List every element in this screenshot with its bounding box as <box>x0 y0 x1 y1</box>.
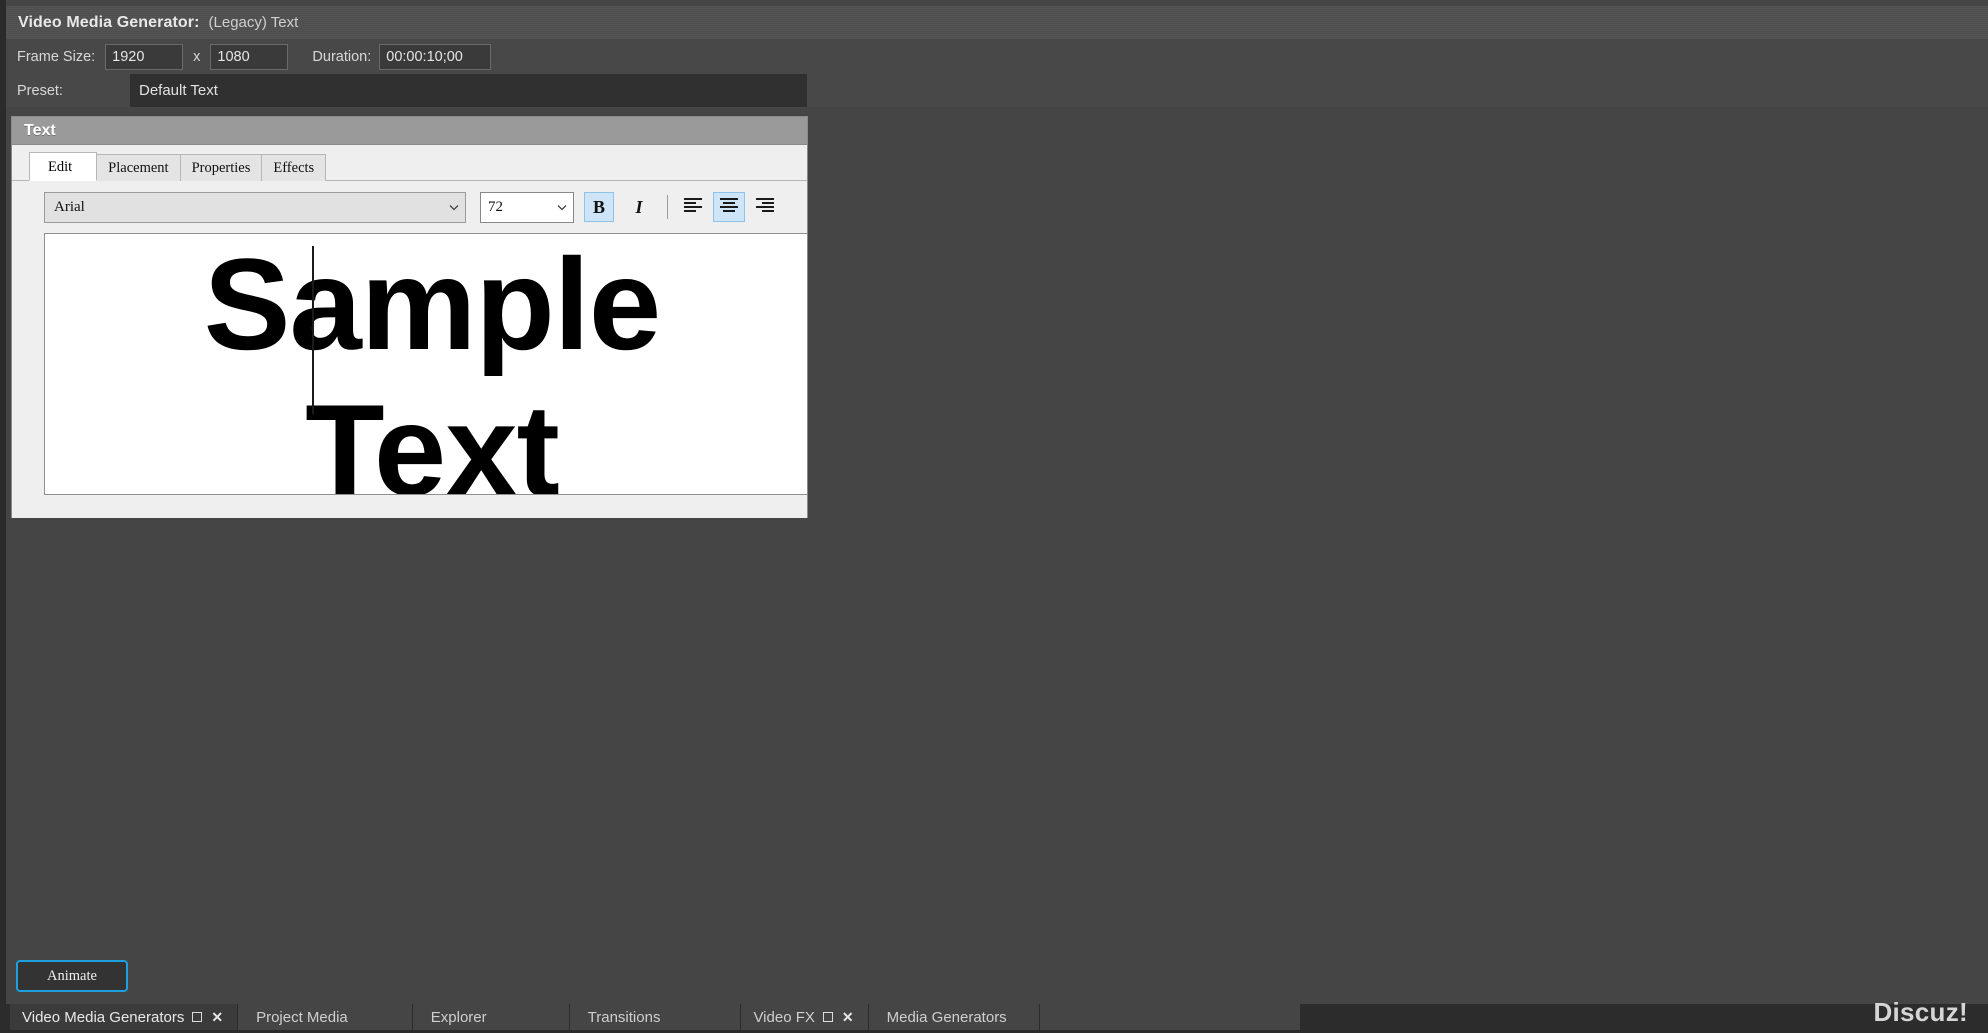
taskbar-tab-label: Media Generators <box>886 1008 1007 1026</box>
taskbar-tab-explorer[interactable]: Explorer <box>412 1004 570 1030</box>
frame-height-input[interactable]: 1080 <box>210 43 289 70</box>
generator-title-bar: Video Media Generator: (Legacy) Text <box>6 6 1988 39</box>
tab-properties-label: Properties <box>191 160 251 176</box>
chevron-down-icon <box>555 200 569 214</box>
frame-width-input[interactable]: 1920 <box>105 43 184 70</box>
generator-title-value: (Legacy) Text <box>208 14 299 31</box>
preset-row: Preset: Default Text <box>6 74 1988 107</box>
panel-caption-label: Text <box>24 121 56 139</box>
taskbar-tab-label: Explorer <box>430 1008 487 1026</box>
tab-edit[interactable]: Edit <box>29 152 98 181</box>
restore-window-icon[interactable] <box>822 1012 833 1022</box>
taskbar-tab-video-media-generators[interactable]: Video Media Generators ✕ <box>10 1004 239 1030</box>
text-edit-canvas[interactable]: Sample Text <box>44 233 807 495</box>
italic-label: I <box>635 196 643 217</box>
tab-effects-label: Effects <box>273 160 315 176</box>
taskbar-tab-project-media[interactable]: Project Media <box>238 1004 413 1030</box>
frame-settings-row: Frame Size: 1920 x 1080 Duration: 00:00:… <box>6 39 1988 74</box>
text-caret <box>312 246 314 414</box>
tab-placement[interactable]: Placement <box>96 154 181 181</box>
frame-size-x-label: x <box>193 48 201 65</box>
restore-window-icon[interactable] <box>192 1012 203 1022</box>
taskbar-tab-media-generators[interactable]: Media Generators <box>868 1004 1040 1030</box>
animate-button[interactable]: Animate <box>16 960 128 992</box>
taskbar-tabs: Video Media Generators ✕ Project Media E… <box>10 1004 1300 1030</box>
media-generator-window: Video Media Generator: (Legacy) Text Fra… <box>0 0 1988 1033</box>
taskbar-tab-label: Project Media <box>256 1008 348 1026</box>
align-right-icon <box>755 197 775 218</box>
text-plugin-panel: Text Edit Placement Properties Effects A… <box>11 116 808 518</box>
align-center-icon <box>719 197 739 218</box>
tab-effects[interactable]: Effects <box>261 154 327 181</box>
align-left-button[interactable] <box>677 192 709 222</box>
font-family-value: Arial <box>54 198 85 215</box>
toolbar-separator <box>667 195 668 219</box>
bottom-taskbar: Video Media Generators ✕ Project Media E… <box>0 1004 1988 1033</box>
panel-caption-bar: Text <box>12 117 807 145</box>
bold-button[interactable]: B <box>584 192 614 222</box>
taskbar-tab-transitions[interactable]: Transitions <box>569 1004 742 1030</box>
frame-size-label: Frame Size: <box>17 48 96 65</box>
tab-properties[interactable]: Properties <box>179 154 263 181</box>
taskbar-tab-label: Video FX <box>753 1008 815 1026</box>
window-left-edge <box>0 0 6 1033</box>
taskbar-tab-label: Transitions <box>587 1008 661 1026</box>
chevron-down-icon <box>447 200 461 214</box>
taskbar-tab-label: Video Media Generators <box>22 1008 185 1026</box>
duration-input[interactable]: 00:00:10;00 <box>379 43 492 70</box>
align-right-button[interactable] <box>749 192 781 222</box>
font-size-value: 72 <box>488 198 503 215</box>
tab-edit-label: Edit <box>48 159 73 175</box>
animate-button-label: Animate <box>47 967 97 984</box>
taskbar-empty-area <box>1039 1004 1300 1030</box>
tab-placement-label: Placement <box>108 160 169 176</box>
font-size-select[interactable]: 72 <box>480 191 574 223</box>
formatting-toolbar: Arial 72 B I <box>12 181 807 233</box>
taskbar-tab-video-fx[interactable]: Video FX ✕ <box>741 1004 869 1030</box>
align-left-icon <box>683 197 703 218</box>
close-icon[interactable]: ✕ <box>842 1010 854 1024</box>
discuz-watermark: Discuz! <box>1873 997 1968 1027</box>
italic-button[interactable]: I <box>624 192 654 222</box>
align-center-button[interactable] <box>713 192 745 222</box>
panel-tabstrip: Edit Placement Properties Effects <box>12 145 807 181</box>
duration-label: Duration: <box>312 48 372 65</box>
bold-label: B <box>592 196 605 217</box>
preset-combobox[interactable]: Default Text <box>130 74 807 107</box>
close-icon[interactable]: ✕ <box>211 1010 223 1024</box>
preset-label: Preset: <box>17 82 63 99</box>
sample-text-content: Sample Text <box>203 233 661 495</box>
font-family-select[interactable]: Arial <box>44 191 466 223</box>
generator-title-label: Video Media Generator: <box>18 13 200 31</box>
